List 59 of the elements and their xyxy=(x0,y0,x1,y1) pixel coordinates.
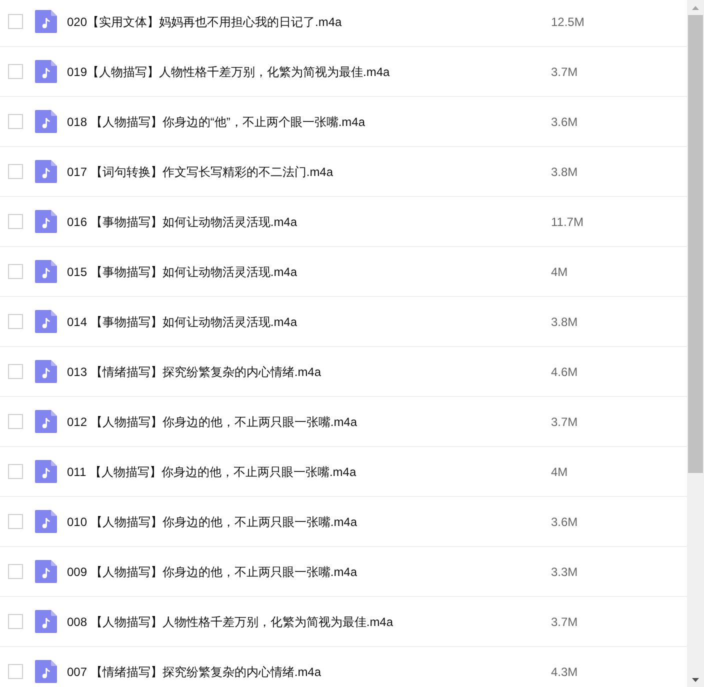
checkbox[interactable] xyxy=(8,214,23,229)
file-name[interactable]: 016 【事物描写】如何让动物活灵活现.m4a xyxy=(67,214,298,228)
music-file-icon xyxy=(35,10,57,33)
file-size: 12.5M xyxy=(551,14,584,30)
checkbox[interactable] xyxy=(8,614,23,629)
checkbox[interactable] xyxy=(8,114,23,129)
file-name[interactable]: 017 【词句转换】作文写长写精彩的不二法门.m4a xyxy=(67,164,334,178)
music-file-icon xyxy=(35,410,57,433)
file-name[interactable]: 010 【人物描写】你身边的他，不止两只眼一张嘴.m4a xyxy=(67,514,358,528)
music-file-icon xyxy=(35,160,57,183)
music-file-icon xyxy=(35,510,57,533)
file-size: 11.7M xyxy=(551,214,584,230)
music-file-icon xyxy=(35,260,57,283)
checkbox[interactable] xyxy=(8,14,23,29)
file-size: 3.7M xyxy=(551,64,578,80)
file-name[interactable]: 020【实用文体】妈妈再也不用担心我的日记了.m4a xyxy=(67,14,342,28)
music-file-icon xyxy=(35,660,57,683)
file-size: 4.3M xyxy=(551,664,578,680)
file-size: 3.8M xyxy=(551,314,578,330)
down-arrow-icon xyxy=(692,678,699,682)
file-name[interactable]: 013 【情绪描写】探究纷繁复杂的内心情绪.m4a xyxy=(67,364,322,378)
file-size: 4M xyxy=(551,264,568,280)
music-file-icon xyxy=(35,210,57,233)
file-size: 3.7M xyxy=(551,614,578,630)
file-name[interactable]: 014 【事物描写】如何让动物活灵活现.m4a xyxy=(67,314,298,328)
file-size: 3.3M xyxy=(551,564,578,580)
music-file-icon xyxy=(35,110,57,133)
music-file-icon xyxy=(35,560,57,583)
music-file-icon xyxy=(35,60,57,83)
music-file-icon xyxy=(35,610,57,633)
checkbox[interactable] xyxy=(8,564,23,579)
music-file-icon xyxy=(35,310,57,333)
file-size: 3.8M xyxy=(551,164,578,180)
file-name[interactable]: 018 【人物描写】你身边的“他”，不止两个眼一张嘴.m4a xyxy=(67,114,366,128)
checkbox[interactable] xyxy=(8,64,23,79)
checkbox[interactable] xyxy=(8,264,23,279)
checkbox[interactable] xyxy=(8,164,23,179)
music-file-icon xyxy=(35,360,57,383)
file-size: 4M xyxy=(551,464,568,480)
file-name[interactable]: 015 【事物描写】如何让动物活灵活现.m4a xyxy=(67,264,298,278)
file-size: 4.6M xyxy=(551,364,578,380)
checkbox[interactable] xyxy=(8,364,23,379)
file-size: 3.7M xyxy=(551,414,578,430)
music-file-icon xyxy=(35,460,57,483)
file-name[interactable]: 009 【人物描写】你身边的他，不止两只眼一张嘴.m4a xyxy=(67,564,358,578)
file-size: 3.6M xyxy=(551,114,578,130)
file-name[interactable]: 007 【情绪描写】探究纷繁复杂的内心情绪.m4a xyxy=(67,664,322,678)
checkbox[interactable] xyxy=(8,414,23,429)
file-name[interactable]: 008 【人物描写】人物性格千差万别，化繁为简视为最佳.m4a xyxy=(67,614,394,628)
file-name[interactable]: 012 【人物描写】你身边的他，不止两只眼一张嘴.m4a xyxy=(67,414,358,428)
scrollbar-thumb[interactable] xyxy=(688,15,703,473)
file-name[interactable]: 011 【人物描写】你身边的他，不止两只眼一张嘴.m4a xyxy=(67,464,356,478)
up-arrow-icon xyxy=(692,6,699,10)
checkbox[interactable] xyxy=(8,514,23,529)
checkbox[interactable] xyxy=(8,664,23,679)
checkbox[interactable] xyxy=(8,464,23,479)
file-name[interactable]: 019【人物描写】人物性格千差万别，化繁为简视为最佳.m4a xyxy=(67,64,390,78)
checkbox[interactable] xyxy=(8,314,23,329)
file-size: 3.6M xyxy=(551,514,578,530)
